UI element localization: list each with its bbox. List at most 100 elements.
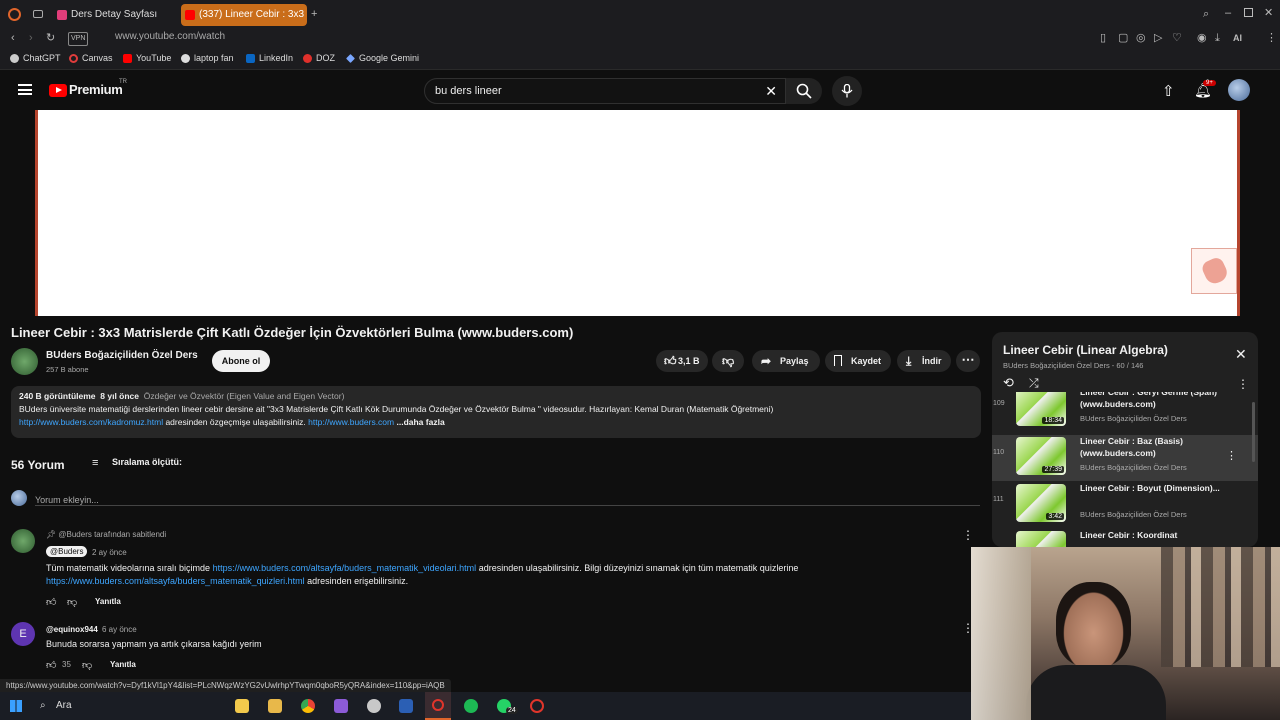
subscribe-button[interactable]: Abone ol: [212, 350, 270, 372]
chrome-icon[interactable]: [301, 699, 315, 713]
download-icon[interactable]: ⤓: [1215, 32, 1220, 44]
new-tab-icon[interactable]: +: [311, 8, 317, 20]
vpn-badge[interactable]: VPN: [68, 32, 89, 46]
pinned-text: @Buders tarafından sabitlendi: [58, 530, 167, 539]
bookmark-chatgpt[interactable]: ChatGPT: [10, 53, 61, 63]
bookmark-canvas[interactable]: Canvas: [69, 53, 113, 63]
playlist-item[interactable]: 111 3:42 Lineer Cebir : Boyut (Dimension…: [992, 482, 1258, 528]
extension-icon[interactable]: ▯: [1100, 32, 1106, 44]
comment-like-icon[interactable]: 👍︎: [46, 596, 56, 608]
video-player[interactable]: [35, 110, 1240, 316]
comment-link[interactable]: https://www.buders.com/altsayfa/buders_m…: [46, 576, 305, 586]
reply-button[interactable]: Yanıtla: [110, 660, 136, 669]
youtube-header: Premium TR bu ders lineer ✕ ⇧ 🔔︎ 9+: [0, 70, 1280, 110]
playlist-item[interactable]: 109 18:34 Lineer Cebir : Geryi Germe (Sp…: [992, 392, 1258, 432]
playlist-item-title: Lineer Cebir : Baz (Basis) (www.buders.c…: [1080, 436, 1183, 458]
file-explorer-icon[interactable]: [268, 699, 282, 713]
hamburger-menu-icon[interactable]: [18, 84, 32, 95]
minimize-icon[interactable]: –: [1225, 7, 1231, 19]
comment-avatar[interactable]: [11, 529, 35, 553]
duration-badge: 3:42: [1046, 513, 1064, 520]
comment-dislike-icon[interactable]: 👎︎: [67, 596, 77, 608]
avatar[interactable]: [1228, 79, 1250, 101]
save-button[interactable]: Kaydet: [825, 350, 891, 372]
reload-icon[interactable]: ↻: [46, 32, 55, 44]
heart-icon[interactable]: ♡: [1172, 32, 1182, 44]
opera-logo-icon[interactable]: [8, 8, 21, 21]
bookmark-gemini[interactable]: Google Gemini: [346, 53, 419, 63]
playlist-title[interactable]: Lineer Cebir (Linear Algebra): [1003, 343, 1168, 357]
forward-icon[interactable]: ›: [29, 32, 33, 44]
tab-youtube-video[interactable]: (337) Lineer Cebir : 3x3 M: [181, 4, 307, 26]
wallet-icon[interactable]: ◉: [1197, 32, 1207, 44]
subscribe-label: Abone ol: [221, 356, 261, 366]
opera-taskbar-icon[interactable]: [425, 692, 451, 720]
comment-dislike-icon[interactable]: 👎︎: [82, 659, 92, 671]
reply-button[interactable]: Yanıtla: [95, 597, 121, 606]
adblock-icon[interactable]: ◎: [1136, 32, 1146, 44]
close-playlist-icon[interactable]: ✕: [1235, 346, 1247, 363]
bookmark-linkedin[interactable]: LinkedIn: [246, 53, 293, 63]
comment-avatar[interactable]: E: [11, 622, 35, 646]
description-link[interactable]: http://www.buders.com/kadromuz.html: [19, 417, 163, 427]
sort-comments-button[interactable]: ≡ Sıralama ölçütü:: [92, 457, 182, 469]
avatar: [11, 490, 27, 506]
bookmark-doz[interactable]: DOZ: [303, 53, 335, 63]
comment-author-badge[interactable]: @Buders: [46, 546, 88, 557]
app-icon[interactable]: [367, 699, 381, 713]
app-icon[interactable]: [530, 699, 544, 713]
comment-author[interactable]: @equinox944: [46, 625, 98, 634]
share-button[interactable]: ➦ Paylaş: [752, 350, 820, 372]
comment-time[interactable]: 2 ay önce: [92, 548, 127, 557]
show-more-button[interactable]: ...daha fazla: [394, 417, 444, 427]
screenshot-icon[interactable]: ▢: [1118, 32, 1128, 44]
voice-search-button[interactable]: [832, 76, 862, 106]
description-link[interactable]: http://www.buders.com: [308, 417, 394, 427]
more-actions-button[interactable]: ⋯: [956, 350, 980, 372]
search-tabs-icon[interactable]: ⌕: [1203, 8, 1209, 20]
tab-ders-detay[interactable]: Ders Detay Sayfası: [53, 4, 177, 26]
clear-search-icon[interactable]: ✕: [765, 83, 777, 100]
visual-studio-icon[interactable]: [334, 699, 348, 713]
bookmark-youtube[interactable]: YouTube: [123, 53, 171, 63]
comment-text-part: adresinden erişebilirsiniz.: [304, 576, 409, 586]
windows-start-icon[interactable]: [10, 700, 22, 712]
spotify-icon[interactable]: [464, 699, 478, 713]
playlist-scrollbar[interactable]: [1252, 402, 1255, 462]
search-button[interactable]: [786, 78, 822, 104]
loop-icon[interactable]: ⟲: [1003, 375, 1014, 391]
workspaces-icon[interactable]: [33, 10, 43, 18]
playlist-item-title: Lineer Cebir : Geryi Germe (Span) (www.b…: [1080, 392, 1217, 409]
comment-like-icon[interactable]: 👍︎: [46, 659, 56, 671]
playlist-menu-icon[interactable]: ⋮: [1237, 377, 1249, 391]
video-description[interactable]: 240 B görüntüleme 8 yıl önce Özdeğer ve …: [11, 386, 981, 438]
taskbar-search[interactable]: ⌕ Ara: [36, 698, 216, 714]
shuffle-icon[interactable]: ⤮: [1029, 376, 1039, 391]
maximize-icon[interactable]: [1244, 8, 1253, 17]
bookmark-laptop-fan[interactable]: laptop fan: [181, 53, 234, 63]
back-icon[interactable]: ‹: [11, 32, 15, 44]
close-window-icon[interactable]: ✕: [1264, 7, 1273, 19]
sticky-notes-icon[interactable]: [235, 699, 249, 713]
comment-time[interactable]: 6 ay önce: [102, 625, 137, 634]
like-button[interactable]: 👍︎ 3,1 B: [656, 350, 708, 372]
search-input[interactable]: bu ders lineer ✕: [424, 78, 786, 104]
comment-menu-icon[interactable]: ⋮: [962, 528, 974, 542]
menu-icon[interactable]: ⋮: [1266, 32, 1277, 44]
playlist-item[interactable]: 110 27:39 Lineer Cebir : Baz (Basis) (ww…: [992, 435, 1258, 481]
comment-link[interactable]: https://www.buders.com/altsayfa/buders_m…: [213, 563, 477, 573]
powershell-icon[interactable]: [399, 699, 413, 713]
player-icon[interactable]: ▷: [1154, 32, 1162, 44]
url-field[interactable]: www.youtube.com/watch: [115, 31, 225, 42]
notification-count-badge: 9+: [1203, 80, 1216, 86]
download-button[interactable]: ⤓ İndir: [897, 350, 951, 372]
playlist-item-menu-icon[interactable]: ⋮: [1226, 449, 1237, 462]
aria-ai-button[interactable]: AI: [1233, 32, 1242, 44]
add-comment-input[interactable]: Yorum ekleyin...: [35, 490, 980, 506]
dislike-button[interactable]: 👎︎: [712, 350, 744, 372]
playlist-item[interactable]: Lineer Cebir : Koordinat: [992, 529, 1258, 547]
pinned-label: 📌︎ @Buders tarafından sabitlendi: [46, 530, 166, 539]
channel-avatar[interactable]: [11, 348, 38, 375]
channel-name[interactable]: BUders Boğaziçiliden Özel Ders: [46, 350, 198, 361]
upload-icon[interactable]: ⇧: [1162, 82, 1175, 100]
